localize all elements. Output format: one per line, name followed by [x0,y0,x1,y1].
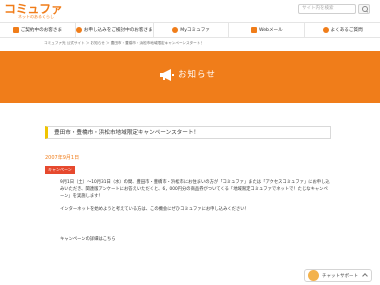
notice-title-box: 豊田市・豊橋市・浜松市地域限定キャンペーンスタート！ [45,126,331,139]
search-icon[interactable] [358,4,370,14]
nav-item-my-commufa[interactable]: Myコミュファ [154,23,230,37]
logo-tagline: ネットのあるくらし [18,14,54,19]
commufa-logo[interactable]: コミュファ ネットのあるくらし [4,2,74,20]
search-input[interactable]: サイト内を検索 [298,4,356,14]
page-title: お知らせ [178,70,216,80]
doc-icon [12,27,19,33]
notice-title: 豊田市・豊橋市・浜松市地域限定キャンペーンスタート！ [54,130,200,136]
site-header: コミュファ ネットのあるくらし サイト内を検索 [0,0,380,22]
breadcrumb[interactable]: コミュファ光 公式サイト ＞ お知らせ ＞ 豊田市・豊橋市・浜松市地域限定キャン… [44,41,204,46]
nav-item-faq[interactable]: よくあるご質問 [305,23,380,37]
campaign-details-link[interactable]: キャンペーンの詳細はこちら [60,236,116,242]
notice-paragraph: インターネットを始めようと考えている方は、この機会にぜひコミュファにお申し込みく… [60,207,249,213]
nav-item-prospective-customers[interactable]: お申し込みをご検討中のお客さま [75,23,154,37]
mail-icon [250,27,257,33]
chat-support-button[interactable]: チャットサポート [304,269,372,282]
nav-item-current-customers[interactable]: ご契約中のお客さま [0,23,76,37]
category-badge: キャンペーン [45,166,75,174]
notice-date: 2007年9月1日 [45,155,80,161]
page-hero-band: お知らせ [0,51,380,103]
notice-body: 9月1日（土）～10月31日（水）の間、豊田市・豊橋市・浜松市にお住まいの方が「… [60,180,332,221]
chat-mascot-icon [308,270,319,281]
nav-item-label: よくあるご質問 [330,28,363,33]
question-icon [322,27,329,33]
megaphone-icon [160,69,174,81]
chat-support-label: チャットサポート [322,273,358,279]
nav-item-label: Myコミュファ [180,28,210,33]
nav-item-label: お申し込みをご検討中のお客さま [83,28,153,33]
gear-icon [172,27,179,33]
nav-item-webmail[interactable]: Webメール [229,23,306,37]
house-icon [75,27,82,33]
nav-item-label: Webメール [258,28,283,33]
global-nav: ご契約中のお客さま お申し込みをご検討中のお客さま Myコミュファ Webメール… [0,22,380,38]
notice-paragraph: 9月1日（土）～10月31日（水）の間、豊田市・豊橋市・浜松市にお住まいの方が「… [60,180,330,199]
chevron-up-icon [362,273,368,279]
nav-item-label: ご契約中のお客さま [20,28,63,33]
